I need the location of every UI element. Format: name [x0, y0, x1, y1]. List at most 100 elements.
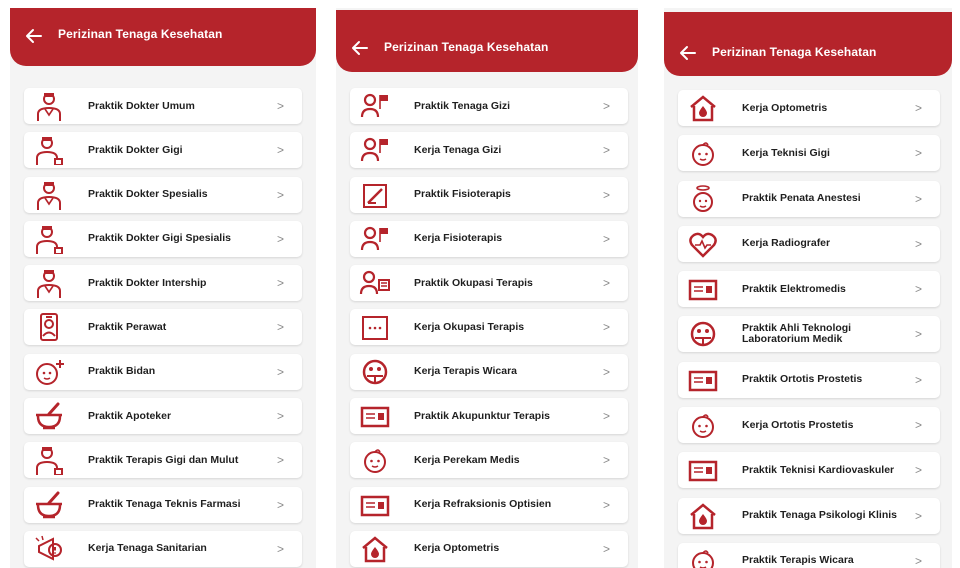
list-item-label: Praktik Dokter Intership	[88, 276, 207, 289]
page-title: Perizinan Tenaga Kesehatan	[58, 27, 223, 41]
chevron-right-icon: >	[602, 541, 610, 556]
list-item-label: Praktik Fisioterapis	[414, 188, 511, 201]
list-item-label: Praktik Ortotis Prostetis	[742, 373, 863, 386]
list-item[interactable]: Kerja Ortotis Prostetis >	[678, 407, 940, 444]
list-item[interactable]: Praktik Tenaga Psikologi Klinis >	[678, 497, 940, 534]
list-item[interactable]: Praktik Dokter Gigi Spesialis >	[24, 220, 302, 257]
list-item[interactable]: Praktik Perawat >	[24, 309, 302, 346]
list-item-label: Praktik Penata Anestesi	[742, 192, 861, 205]
list-item[interactable]: Praktik Terapis Gigi dan Mulut >	[24, 442, 302, 479]
panel-2: Perizinan Tenaga Kesehatan Praktik Tenag…	[336, 8, 638, 568]
list-item-label: Kerja Optometris	[414, 542, 500, 555]
license-list: Kerja Optometris > Kerja Teknisi Gigi > Prak…	[678, 90, 940, 568]
back-arrow-icon[interactable]	[350, 38, 370, 58]
chevron-right-icon: >	[914, 146, 922, 161]
chevron-right-icon: >	[276, 99, 284, 113]
chevron-right-icon: >	[914, 508, 922, 523]
dentist-icon	[32, 223, 66, 255]
list-item-label: Praktik Teknisi Kardiovaskuler	[742, 463, 895, 476]
back-arrow-icon[interactable]	[24, 26, 44, 46]
chevron-right-icon: >	[276, 497, 284, 512]
chevron-right-icon: >	[276, 364, 284, 379]
list-item[interactable]: Kerja Optometris >	[350, 530, 628, 567]
person-flag-icon	[358, 90, 392, 122]
list-item-label: Praktik Dokter Gigi	[88, 143, 183, 156]
id-card-icon	[686, 364, 720, 396]
list-item[interactable]: Praktik Tenaga Teknis Farmasi >	[24, 486, 302, 523]
baby-plus-icon	[32, 356, 66, 388]
chevron-right-icon: >	[276, 541, 284, 556]
list-item-label: Kerja Terapis Wicara	[414, 365, 518, 378]
list-item[interactable]: Kerja Optometris >	[678, 90, 940, 126]
app-header: Perizinan Tenaga Kesehatan	[10, 8, 316, 66]
chevron-right-icon: >	[914, 327, 922, 342]
list-item[interactable]: Praktik Ortotis Prostetis >	[678, 361, 940, 398]
list-item[interactable]: Praktik Fisioterapis >	[350, 176, 628, 213]
baby-halo-icon	[686, 183, 720, 215]
list-item[interactable]: Kerja Terapis Wicara >	[350, 353, 628, 390]
list-item[interactable]: Praktik Dokter Umum >	[24, 88, 302, 124]
list-item-label: Praktik Perawat	[88, 320, 167, 333]
id-card-icon	[358, 489, 392, 521]
list-item[interactable]: Praktik Bidan >	[24, 353, 302, 390]
list-item[interactable]: Praktik Teknisi Kardiovaskuler >	[678, 452, 940, 489]
list-item[interactable]: Praktik Elektromedis >	[678, 271, 940, 308]
list-item-label: Kerja Tenaga Gizi	[414, 143, 502, 156]
chevron-right-icon: >	[602, 497, 610, 512]
list-item[interactable]: Praktik Tenaga Gizi >	[350, 88, 628, 124]
list-item[interactable]: Kerja Radiografer >	[678, 225, 940, 262]
panel-1: Perizinan Tenaga Kesehatan Praktik Dokte…	[10, 8, 316, 568]
chevron-right-icon: >	[276, 453, 284, 468]
dentist-icon	[32, 134, 66, 166]
list-item[interactable]: Praktik Apoteker >	[24, 398, 302, 435]
chevron-right-icon: >	[914, 101, 922, 115]
list-item[interactable]: Kerja Fisioterapis >	[350, 220, 628, 257]
list-item[interactable]: Kerja Tenaga Gizi >	[350, 132, 628, 169]
doctor-icon	[32, 90, 66, 122]
list-item[interactable]: Praktik Dokter Spesialis >	[24, 176, 302, 213]
mortar-pestle-icon	[32, 400, 66, 432]
list-item[interactable]: Praktik Dokter Intership >	[24, 265, 302, 302]
chevron-right-icon: >	[602, 276, 610, 291]
person-flag-icon	[358, 223, 392, 255]
list-item-label: Praktik Bidan	[88, 365, 156, 378]
doctor-icon	[32, 267, 66, 299]
dentist-icon	[32, 444, 66, 476]
list-item[interactable]: Kerja Refraksionis Optisien >	[350, 486, 628, 523]
house-drop-icon	[686, 92, 720, 124]
dots-square-icon	[358, 311, 392, 343]
list-item[interactable]: Praktik Dokter Gigi >	[24, 132, 302, 169]
edit-square-icon	[358, 179, 392, 211]
chevron-right-icon: >	[914, 372, 922, 387]
chevron-right-icon: >	[914, 236, 922, 251]
mortar-pestle-icon	[32, 489, 66, 521]
list-item-label: Kerja Refraksionis Optisien	[414, 498, 552, 511]
panel-3: Perizinan Tenaga Kesehatan Kerja Optomet…	[664, 8, 952, 568]
chevron-right-icon: >	[276, 231, 284, 246]
list-item-label: Praktik Dokter Gigi Spesialis	[88, 232, 231, 245]
chevron-right-icon: >	[914, 553, 922, 568]
list-item[interactable]: Praktik Ahli Teknologi Laboratorium Medi…	[678, 316, 940, 353]
list-item-label: Praktik Tenaga Psikologi Klinis	[742, 509, 898, 522]
list-item[interactable]: Kerja Okupasi Terapis >	[350, 309, 628, 346]
chevron-right-icon: >	[276, 143, 284, 158]
chevron-right-icon: >	[914, 463, 922, 478]
list-item[interactable]: Praktik Akupunktur Terapis >	[350, 398, 628, 435]
list-item[interactable]: Kerja Perekam Medis >	[350, 442, 628, 479]
baby-face-icon	[686, 545, 720, 568]
id-card-icon	[686, 273, 720, 305]
list-item-label: Praktik Elektromedis	[742, 282, 846, 295]
list-item-label: Praktik Tenaga Teknis Farmasi	[88, 498, 241, 511]
list-item-label: Kerja Perekam Medis	[414, 453, 520, 466]
list-item[interactable]: Praktik Penata Anestesi >	[678, 180, 940, 217]
list-item[interactable]: Kerja Teknisi Gigi >	[678, 135, 940, 172]
megaphone-alert-icon	[32, 533, 66, 565]
list-item[interactable]: Praktik Okupasi Terapis >	[350, 265, 628, 302]
list-item[interactable]: Praktik Terapis Wicara >	[678, 542, 940, 568]
list-item-label: Kerja Fisioterapis	[414, 232, 503, 245]
face-circle-icon	[686, 318, 720, 350]
heart-pulse-icon	[686, 228, 720, 260]
back-arrow-icon[interactable]	[678, 43, 698, 63]
list-item[interactable]: Kerja Tenaga Sanitarian >	[24, 530, 302, 567]
list-item-label: Kerja Teknisi Gigi	[742, 146, 830, 159]
